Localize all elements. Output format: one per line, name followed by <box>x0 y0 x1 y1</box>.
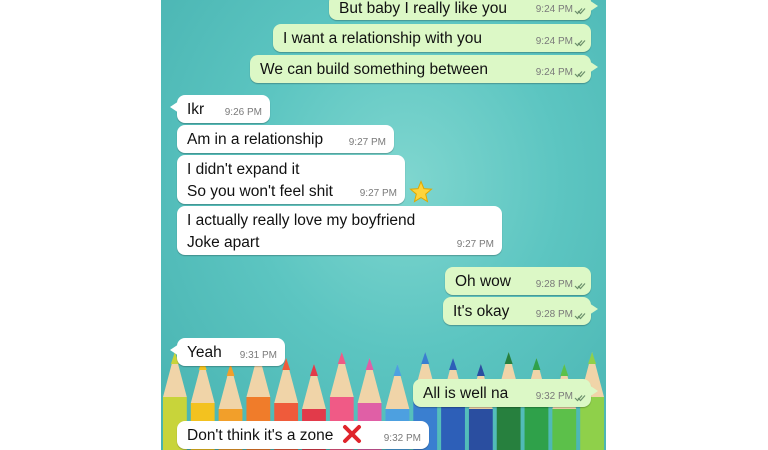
cross-mark-emoji <box>343 425 361 443</box>
double-check-icon <box>574 313 586 320</box>
message-incoming[interactable]: Ikr 9:26 PM <box>170 95 270 123</box>
pencil-lead <box>393 364 402 376</box>
message-incoming[interactable]: Yeah 9:31 PM <box>170 338 285 366</box>
message-outgoing[interactable]: It's okay 9:28 PM <box>443 297 598 325</box>
message-outgoing[interactable]: All is well na 9:32 PM <box>413 379 598 407</box>
message-incoming[interactable]: I didn't expand it So you won't feel shi… <box>177 155 405 204</box>
message-incoming[interactable]: Am in a relationship 9:27 PM <box>177 125 394 153</box>
message-text-line-1: I actually really love my boyfriend <box>187 212 416 229</box>
message-text-line-2: Joke apart <box>187 234 260 251</box>
pencil-lead <box>309 364 318 376</box>
message-time: 9:27 PM <box>456 239 494 250</box>
message-time: 9:32 PM <box>535 391 573 402</box>
chat-screen: But baby I really like you 9:24 PM I wan… <box>161 0 606 450</box>
message-time: 9:24 PM <box>535 67 573 78</box>
double-check-icon <box>574 71 586 78</box>
message-incoming[interactable]: Don't think it's a zone 9:32 PM <box>177 421 429 449</box>
pencil-lead <box>449 358 458 370</box>
star-emoji <box>409 180 433 203</box>
message-time: 9:28 PM <box>535 309 573 320</box>
message-time: 9:26 PM <box>224 107 262 118</box>
message-text-line-1: I didn't expand it <box>187 161 300 178</box>
message-time: 9:31 PM <box>239 350 277 361</box>
pencil-lead <box>532 358 541 370</box>
message-outgoing[interactable]: I want a relationship with you 9:24 PM <box>273 24 591 52</box>
pencil-body <box>441 403 465 450</box>
message-time: 9:32 PM <box>383 433 421 444</box>
pencil-body <box>468 409 493 450</box>
double-check-icon <box>574 40 586 47</box>
pencil-body <box>524 403 549 450</box>
message-text: We can build something between <box>260 61 489 78</box>
double-check-icon <box>574 395 586 402</box>
message-incoming[interactable]: I actually really love my boyfriend Joke… <box>177 206 502 255</box>
pencil-lead <box>337 352 346 364</box>
double-check-icon <box>574 283 586 290</box>
pencil-lead <box>421 352 430 364</box>
pencil-lead <box>365 358 374 370</box>
message-outgoing[interactable]: Oh wow 9:28 PM <box>445 267 591 295</box>
pencil-body <box>552 409 577 450</box>
pencil-lead <box>476 364 485 376</box>
message-time: 9:28 PM <box>535 279 573 290</box>
pencil-lead <box>588 352 597 364</box>
double-check-icon <box>574 8 586 15</box>
pencil-lead <box>560 364 569 376</box>
message-time: 9:24 PM <box>535 36 573 47</box>
message-time: 9:24 PM <box>535 4 573 15</box>
message-time: 9:27 PM <box>348 137 386 148</box>
pencil-lead <box>504 352 513 364</box>
message-outgoing[interactable]: We can build something between 9:24 PM <box>250 55 598 83</box>
message-outgoing[interactable]: But baby I really like you 9:24 PM <box>329 0 598 20</box>
message-time: 9:27 PM <box>359 188 397 199</box>
